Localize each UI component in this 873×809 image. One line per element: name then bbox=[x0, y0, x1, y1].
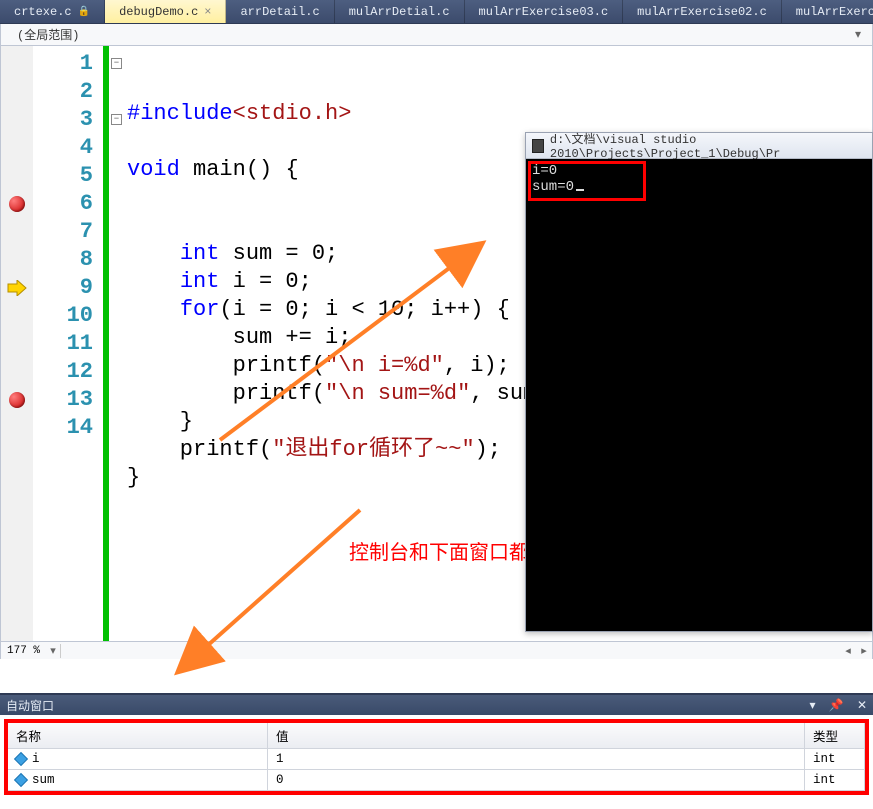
line-number: 14 bbox=[33, 414, 99, 442]
line-number: 9 bbox=[33, 274, 99, 302]
autos-row[interactable]: i 1int bbox=[8, 749, 865, 770]
close-icon[interactable]: × bbox=[204, 5, 211, 19]
autos-row[interactable]: sum 0int bbox=[8, 770, 865, 791]
col-type[interactable]: 类型 bbox=[805, 723, 865, 748]
zoom-dropdown-icon[interactable]: ▾ bbox=[46, 644, 60, 658]
zoom-level[interactable]: 177 % bbox=[1, 645, 46, 657]
console-window[interactable]: d:\文档\visual studio 2010\Projects\Projec… bbox=[525, 132, 873, 632]
line-number: 12 bbox=[33, 358, 99, 386]
col-value[interactable]: 值 bbox=[268, 723, 805, 748]
tab-mularrexercise02c[interactable]: mulArrExercise02.c bbox=[623, 0, 782, 23]
lock-icon: 🔒 bbox=[78, 6, 90, 18]
variable-icon bbox=[14, 752, 28, 766]
console-icon bbox=[532, 139, 544, 153]
line-number: 13 bbox=[33, 386, 99, 414]
current-line-arrow-icon bbox=[7, 280, 27, 296]
variable-icon bbox=[14, 773, 28, 787]
scroll-left-icon[interactable]: ◂ bbox=[840, 644, 856, 658]
editor-status-strip: 177 % ▾ ◂ ▸ bbox=[1, 641, 872, 659]
line-number: 8 bbox=[33, 246, 99, 274]
tab-crtexec[interactable]: crtexe.c🔒 bbox=[0, 0, 105, 23]
line-number: 5 bbox=[33, 162, 99, 190]
chevron-down-icon: ▾ bbox=[850, 27, 866, 42]
var-name: sum bbox=[32, 773, 55, 787]
outline-gutter[interactable]: −− bbox=[99, 46, 127, 659]
breakpoint-icon[interactable] bbox=[9, 196, 25, 212]
tab-bar: crtexe.c🔒debugDemo.c×arrDetail.cmulArrDe… bbox=[0, 0, 873, 24]
tab-mularrexercise01c[interactable]: mulArrExercise01.c bbox=[782, 0, 873, 23]
line-number: 10 bbox=[33, 302, 99, 330]
tab-arrdetailc[interactable]: arrDetail.c bbox=[226, 0, 334, 23]
close-icon[interactable]: ✕ bbox=[857, 699, 867, 713]
autos-columns: 名称 值 类型 bbox=[8, 723, 865, 749]
console-titlebar[interactable]: d:\文档\visual studio 2010\Projects\Projec… bbox=[526, 133, 872, 159]
console-title-text: d:\文档\visual studio 2010\Projects\Projec… bbox=[550, 130, 866, 161]
tab-mularrexercise03c[interactable]: mulArrExercise03.c bbox=[465, 0, 624, 23]
fold-toggle-icon[interactable]: − bbox=[111, 114, 122, 125]
horizontal-scrollbar[interactable] bbox=[60, 644, 840, 658]
scope-dropdown[interactable]: (全局范围) ▾ bbox=[0, 24, 873, 46]
scope-label: (全局范围) bbox=[17, 26, 850, 43]
pin-icon[interactable]: 📌 bbox=[829, 699, 844, 713]
breakpoint-icon[interactable] bbox=[9, 392, 25, 408]
var-name: i bbox=[32, 752, 40, 766]
autos-grid[interactable]: 名称 值 类型 i 1int sum 0int bbox=[4, 719, 869, 795]
line-number-gutter: 1234567891011121314 bbox=[33, 46, 99, 659]
console-output: i=0 sum=0 bbox=[526, 159, 872, 631]
autos-panel: 自动窗口 ▾ 📌 ✕ 名称 值 类型 i 1int sum 0int bbox=[0, 693, 873, 809]
dropdown-icon[interactable]: ▾ bbox=[810, 699, 816, 713]
line-number: 3 bbox=[33, 106, 99, 134]
autos-header[interactable]: 自动窗口 ▾ 📌 ✕ bbox=[0, 695, 873, 715]
autos-title: 自动窗口 bbox=[6, 697, 54, 714]
scroll-right-icon[interactable]: ▸ bbox=[856, 644, 872, 658]
code-line[interactable]: #include<stdio.h> bbox=[127, 100, 872, 128]
var-type: int bbox=[805, 770, 865, 790]
var-value[interactable]: 1 bbox=[268, 749, 805, 769]
line-number: 2 bbox=[33, 78, 99, 106]
col-name[interactable]: 名称 bbox=[8, 723, 268, 748]
fold-toggle-icon[interactable]: − bbox=[111, 58, 122, 69]
var-type: int bbox=[805, 749, 865, 769]
line-number: 6 bbox=[33, 190, 99, 218]
tab-debugdemoc[interactable]: debugDemo.c× bbox=[105, 0, 226, 23]
line-number: 11 bbox=[33, 330, 99, 358]
var-value[interactable]: 0 bbox=[268, 770, 805, 790]
tab-mularrdetialc[interactable]: mulArrDetial.c bbox=[335, 0, 465, 23]
annotation-box bbox=[528, 161, 646, 201]
line-number: 7 bbox=[33, 218, 99, 246]
line-number: 1 bbox=[33, 50, 99, 78]
glyph-margin[interactable] bbox=[1, 46, 33, 659]
line-number: 4 bbox=[33, 134, 99, 162]
